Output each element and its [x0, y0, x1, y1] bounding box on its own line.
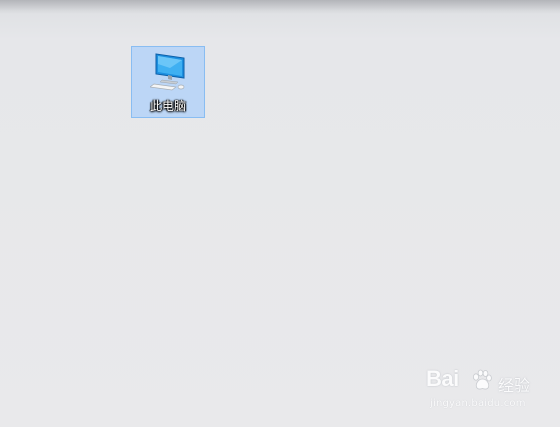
this-pc-desktop-icon[interactable]: 此电脑	[131, 46, 205, 118]
computer-monitor-icon	[150, 53, 185, 91]
desktop[interactable]: 此电脑 Bai 经验 jingyan.baidu.com	[0, 0, 560, 427]
watermark-url: jingyan.baidu.com	[430, 398, 526, 409]
baidu-paw-icon	[473, 369, 492, 390]
baidu-jingyan-watermark: Bai 经验 jingyan.baidu.com	[426, 366, 554, 416]
watermark-brand-cn: 经验	[498, 376, 531, 395]
top-edge-shadow	[0, 0, 560, 14]
this-pc-label: 此电脑	[149, 99, 186, 113]
watermark-brand: Bai	[426, 366, 459, 391]
